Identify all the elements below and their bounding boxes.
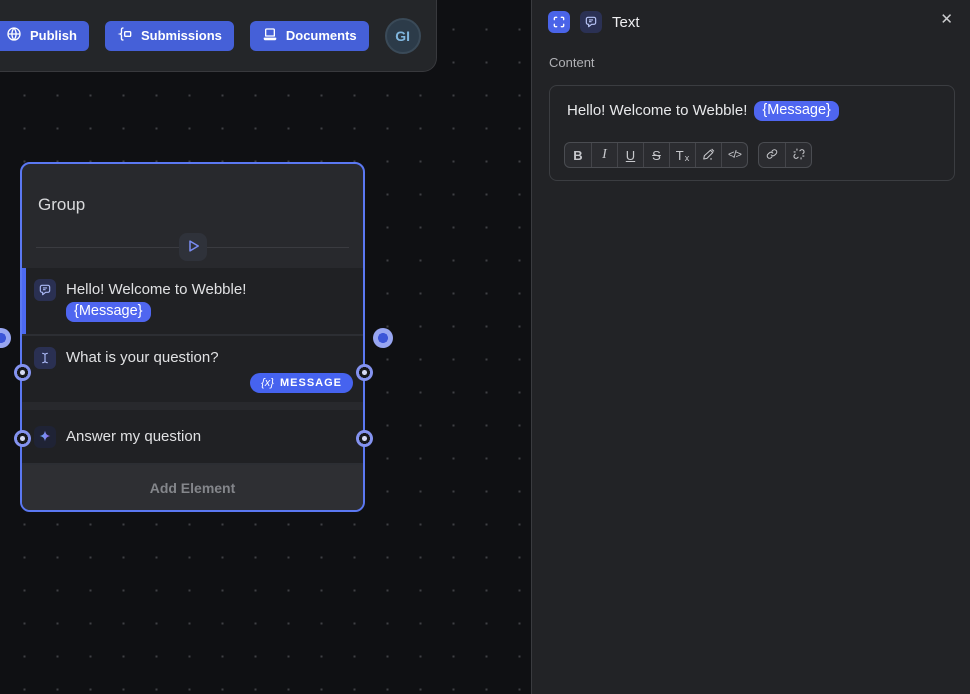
- unlink-icon-button[interactable]: [785, 143, 811, 167]
- link-button[interactable]: [759, 143, 785, 167]
- close-icon[interactable]: ✕: [940, 12, 953, 27]
- element-text: Hello! Welcome to Webble!: [66, 279, 246, 300]
- edge-endpoint-left[interactable]: [0, 328, 11, 348]
- format-toolbar: B I U S Tx </>: [564, 142, 812, 168]
- code-glyph: </>: [728, 149, 741, 161]
- user-avatar[interactable]: GI: [385, 18, 421, 54]
- publish-label: Publish: [30, 28, 77, 43]
- variable-chip[interactable]: {Message}: [66, 302, 151, 322]
- submissions-button[interactable]: Submissions: [105, 21, 234, 51]
- variable-chip[interactable]: {Message}: [754, 101, 839, 121]
- text-settings-panel: Text ✕ Content Hello! Welcome to Webble!…: [531, 0, 970, 694]
- text-editor[interactable]: Hello! Welcome to Webble! {Message} B I …: [549, 85, 955, 181]
- unlink-icon: [792, 147, 806, 164]
- input-connection-point[interactable]: [14, 364, 31, 381]
- variable-badge-prefix: {x}: [261, 377, 274, 389]
- run-group-button[interactable]: [179, 233, 207, 261]
- output-connection-point[interactable]: [356, 430, 373, 447]
- documents-label: Documents: [286, 28, 357, 43]
- pen-icon: [702, 147, 716, 164]
- panel-title: Text: [612, 14, 640, 31]
- element-text-input[interactable]: What is your question? {x} MESSAGE: [22, 336, 363, 402]
- publish-button[interactable]: Publish: [0, 21, 89, 51]
- code-button[interactable]: </>: [721, 143, 747, 167]
- element-text: Answer my question: [66, 426, 201, 447]
- editor-text-line[interactable]: Hello! Welcome to Webble! {Message}: [550, 86, 954, 121]
- expand-scan-icon[interactable]: [548, 11, 570, 33]
- globe-icon: [6, 26, 22, 45]
- format-group-link: [758, 142, 812, 168]
- format-group-text: B I U S Tx </>: [564, 142, 748, 168]
- document-icon: [262, 26, 278, 45]
- strikethrough-button[interactable]: S: [643, 143, 669, 167]
- chat-bubble-icon: [580, 11, 602, 33]
- variable-badge-label: MESSAGE: [280, 377, 342, 389]
- input-connection-point[interactable]: [14, 430, 31, 447]
- variable-badge[interactable]: {x} MESSAGE: [250, 373, 353, 393]
- submissions-label: Submissions: [141, 28, 222, 43]
- selected-indicator: [22, 268, 26, 334]
- play-icon: [184, 237, 202, 258]
- text-cursor-icon: [34, 347, 56, 369]
- element-text-bubble[interactable]: Hello! Welcome to Webble! {Message}: [22, 268, 363, 334]
- edge-endpoint-right[interactable]: [373, 328, 393, 348]
- bold-button[interactable]: B: [565, 143, 591, 167]
- italic-glyph: I: [602, 147, 607, 163]
- top-toolbar: Publish Submissions Documents GI: [0, 0, 437, 72]
- content-label: Content: [532, 34, 970, 70]
- editor-text[interactable]: Hello! Welcome to Webble!: [567, 102, 747, 119]
- panel-header: Text ✕: [532, 0, 970, 34]
- element-text: What is your question?: [66, 347, 219, 368]
- add-element-button[interactable]: Add Element: [22, 465, 363, 510]
- group-divider: [22, 233, 363, 261]
- element-ai-answer[interactable]: Answer my question: [22, 410, 363, 463]
- group-node[interactable]: Group Hello! Welcome to Webble! {Message…: [20, 162, 365, 512]
- chat-bubble-icon: [34, 279, 56, 301]
- italic-button[interactable]: I: [591, 143, 617, 167]
- clear-format-button[interactable]: Tx: [669, 143, 695, 167]
- sparkle-icon: [34, 426, 56, 448]
- element-list: Hello! Welcome to Webble! {Message} What…: [22, 268, 363, 510]
- underline-glyph: U: [626, 148, 635, 163]
- row-gap: [22, 402, 363, 410]
- clear-format-glyph: T: [676, 148, 684, 163]
- documents-button[interactable]: Documents: [250, 21, 369, 51]
- output-connection-point[interactable]: [356, 364, 373, 381]
- flow-canvas[interactable]: Group Hello! Welcome to Webble! {Message…: [0, 0, 531, 694]
- strikethrough-glyph: S: [652, 148, 661, 163]
- group-title: Group: [38, 195, 85, 215]
- bold-glyph: B: [573, 148, 582, 163]
- clear-format-sub: x: [685, 153, 690, 163]
- highlight-pen-button[interactable]: [695, 143, 721, 167]
- link-icon: [765, 147, 779, 164]
- input-cursor-icon: [117, 26, 133, 45]
- underline-button[interactable]: U: [617, 143, 643, 167]
